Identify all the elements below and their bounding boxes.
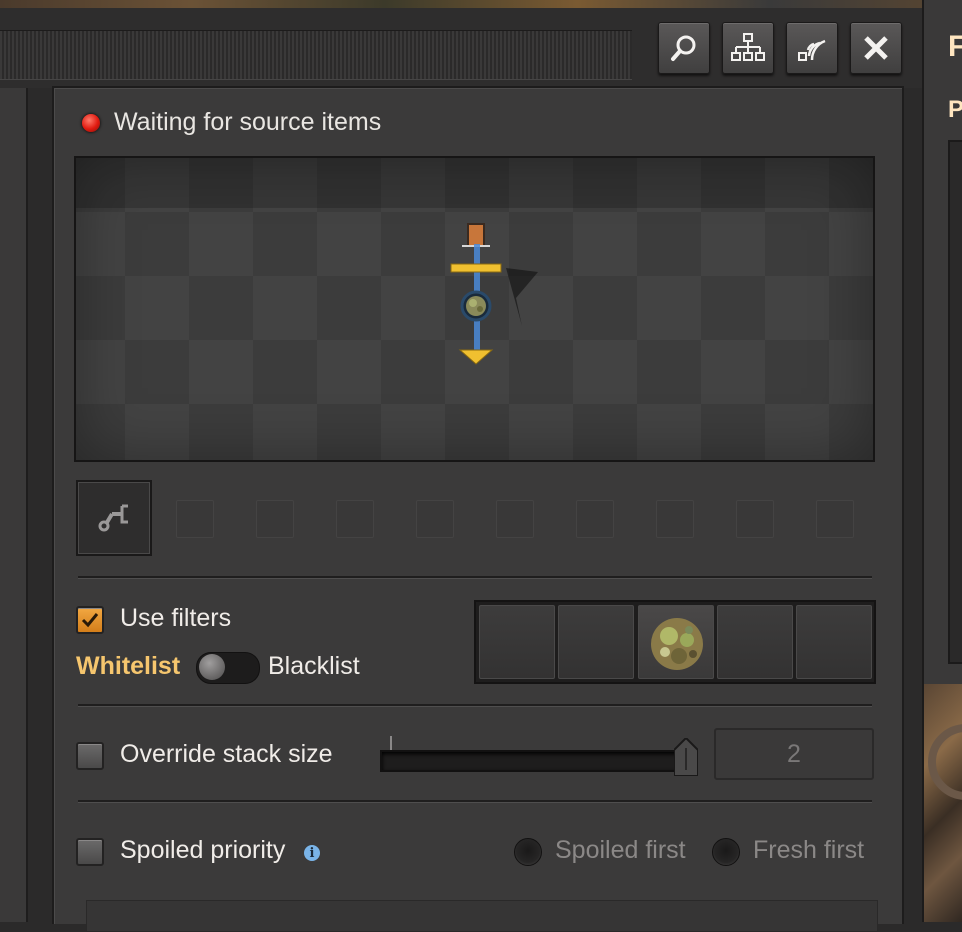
network-icon: [731, 33, 765, 61]
empty-slot-frame: [576, 500, 614, 538]
empty-slot-frame: [496, 500, 534, 538]
spoiled-first-label: Spoiled first: [555, 836, 686, 864]
info-icon[interactable]: i: [304, 845, 320, 861]
whitelist-blacklist-toggle[interactable]: [196, 652, 260, 684]
empty-slot-frame: [256, 500, 294, 538]
empty-slot-frame: [736, 500, 774, 538]
filter-slots: [474, 600, 876, 684]
empty-slot: [236, 480, 312, 556]
entity-preview[interactable]: [74, 156, 875, 462]
game-background-strip: [0, 0, 962, 8]
search-button[interactable]: [658, 22, 710, 74]
empty-slot: [716, 480, 792, 556]
bottom-inset: [86, 900, 878, 932]
filter-slot[interactable]: [558, 605, 634, 679]
inserter-preview-icon: [450, 223, 538, 365]
status-led-icon: [82, 113, 100, 132]
inserter-slot[interactable]: [76, 480, 152, 556]
divider: [78, 800, 872, 803]
right-panel-title: F: [948, 30, 962, 63]
left-side-panel: [0, 88, 28, 922]
filter-slot[interactable]: [717, 605, 793, 679]
search-icon: [671, 35, 696, 61]
empty-slot: [396, 480, 472, 556]
filter-slot[interactable]: [479, 605, 555, 679]
empty-slot: [476, 480, 552, 556]
use-filters-label: Use filters: [120, 604, 232, 632]
empty-slot: [156, 480, 232, 556]
toggle-knob: [199, 654, 225, 680]
empty-slot: [316, 480, 392, 556]
right-panel-entity-image: [924, 684, 962, 922]
blacklist-label[interactable]: Blacklist: [268, 652, 360, 681]
filter-slot[interactable]: [638, 605, 714, 679]
empty-slot: [796, 480, 872, 556]
window-titlebar: [0, 8, 922, 88]
circuit-network-button[interactable]: [786, 22, 838, 74]
divider: [78, 704, 872, 707]
status-row: Waiting for source items: [82, 108, 381, 137]
stack-size-field[interactable]: 2: [714, 728, 874, 780]
inserter-arm-icon: [98, 504, 128, 532]
empty-slot: [636, 480, 712, 556]
override-stack-size-checkbox[interactable]: [76, 742, 104, 770]
whitelist-label[interactable]: Whitelist: [76, 652, 180, 681]
status-text: Waiting for source items: [114, 108, 382, 136]
empty-slot: [556, 480, 632, 556]
network-button[interactable]: [722, 22, 774, 74]
checkmark-icon: [81, 613, 99, 628]
override-stack-size-label: Override stack size: [120, 740, 333, 768]
drag-handle[interactable]: [0, 30, 632, 80]
divider: [78, 576, 872, 579]
slider-thumb-icon[interactable]: [674, 738, 698, 776]
empty-slot-frame: [416, 500, 454, 538]
spoiled-priority-label: Spoiled priority: [120, 836, 286, 864]
right-side-panel: F P: [922, 0, 962, 922]
spoiled-item-icon: [651, 618, 703, 670]
close-button[interactable]: [850, 22, 902, 74]
fresh-first-radio[interactable]: [712, 838, 740, 866]
right-panel-inset: [948, 140, 962, 664]
signal-icon: [798, 39, 826, 61]
empty-slot-frame: [336, 500, 374, 538]
use-filters-checkbox[interactable]: [76, 606, 104, 634]
empty-slot-frame: [176, 500, 214, 538]
slider-tick: [390, 736, 392, 750]
fresh-first-label: Fresh first: [753, 836, 865, 864]
filter-slot[interactable]: [796, 605, 872, 679]
stack-size-slider[interactable]: [380, 750, 696, 772]
spoiled-first-radio[interactable]: [514, 838, 542, 866]
close-icon: [864, 36, 888, 60]
right-panel-subtitle: P: [948, 96, 962, 123]
empty-slot-frame: [656, 500, 694, 538]
spoiled-priority-checkbox[interactable]: [76, 838, 104, 866]
empty-slot-frame: [816, 500, 854, 538]
